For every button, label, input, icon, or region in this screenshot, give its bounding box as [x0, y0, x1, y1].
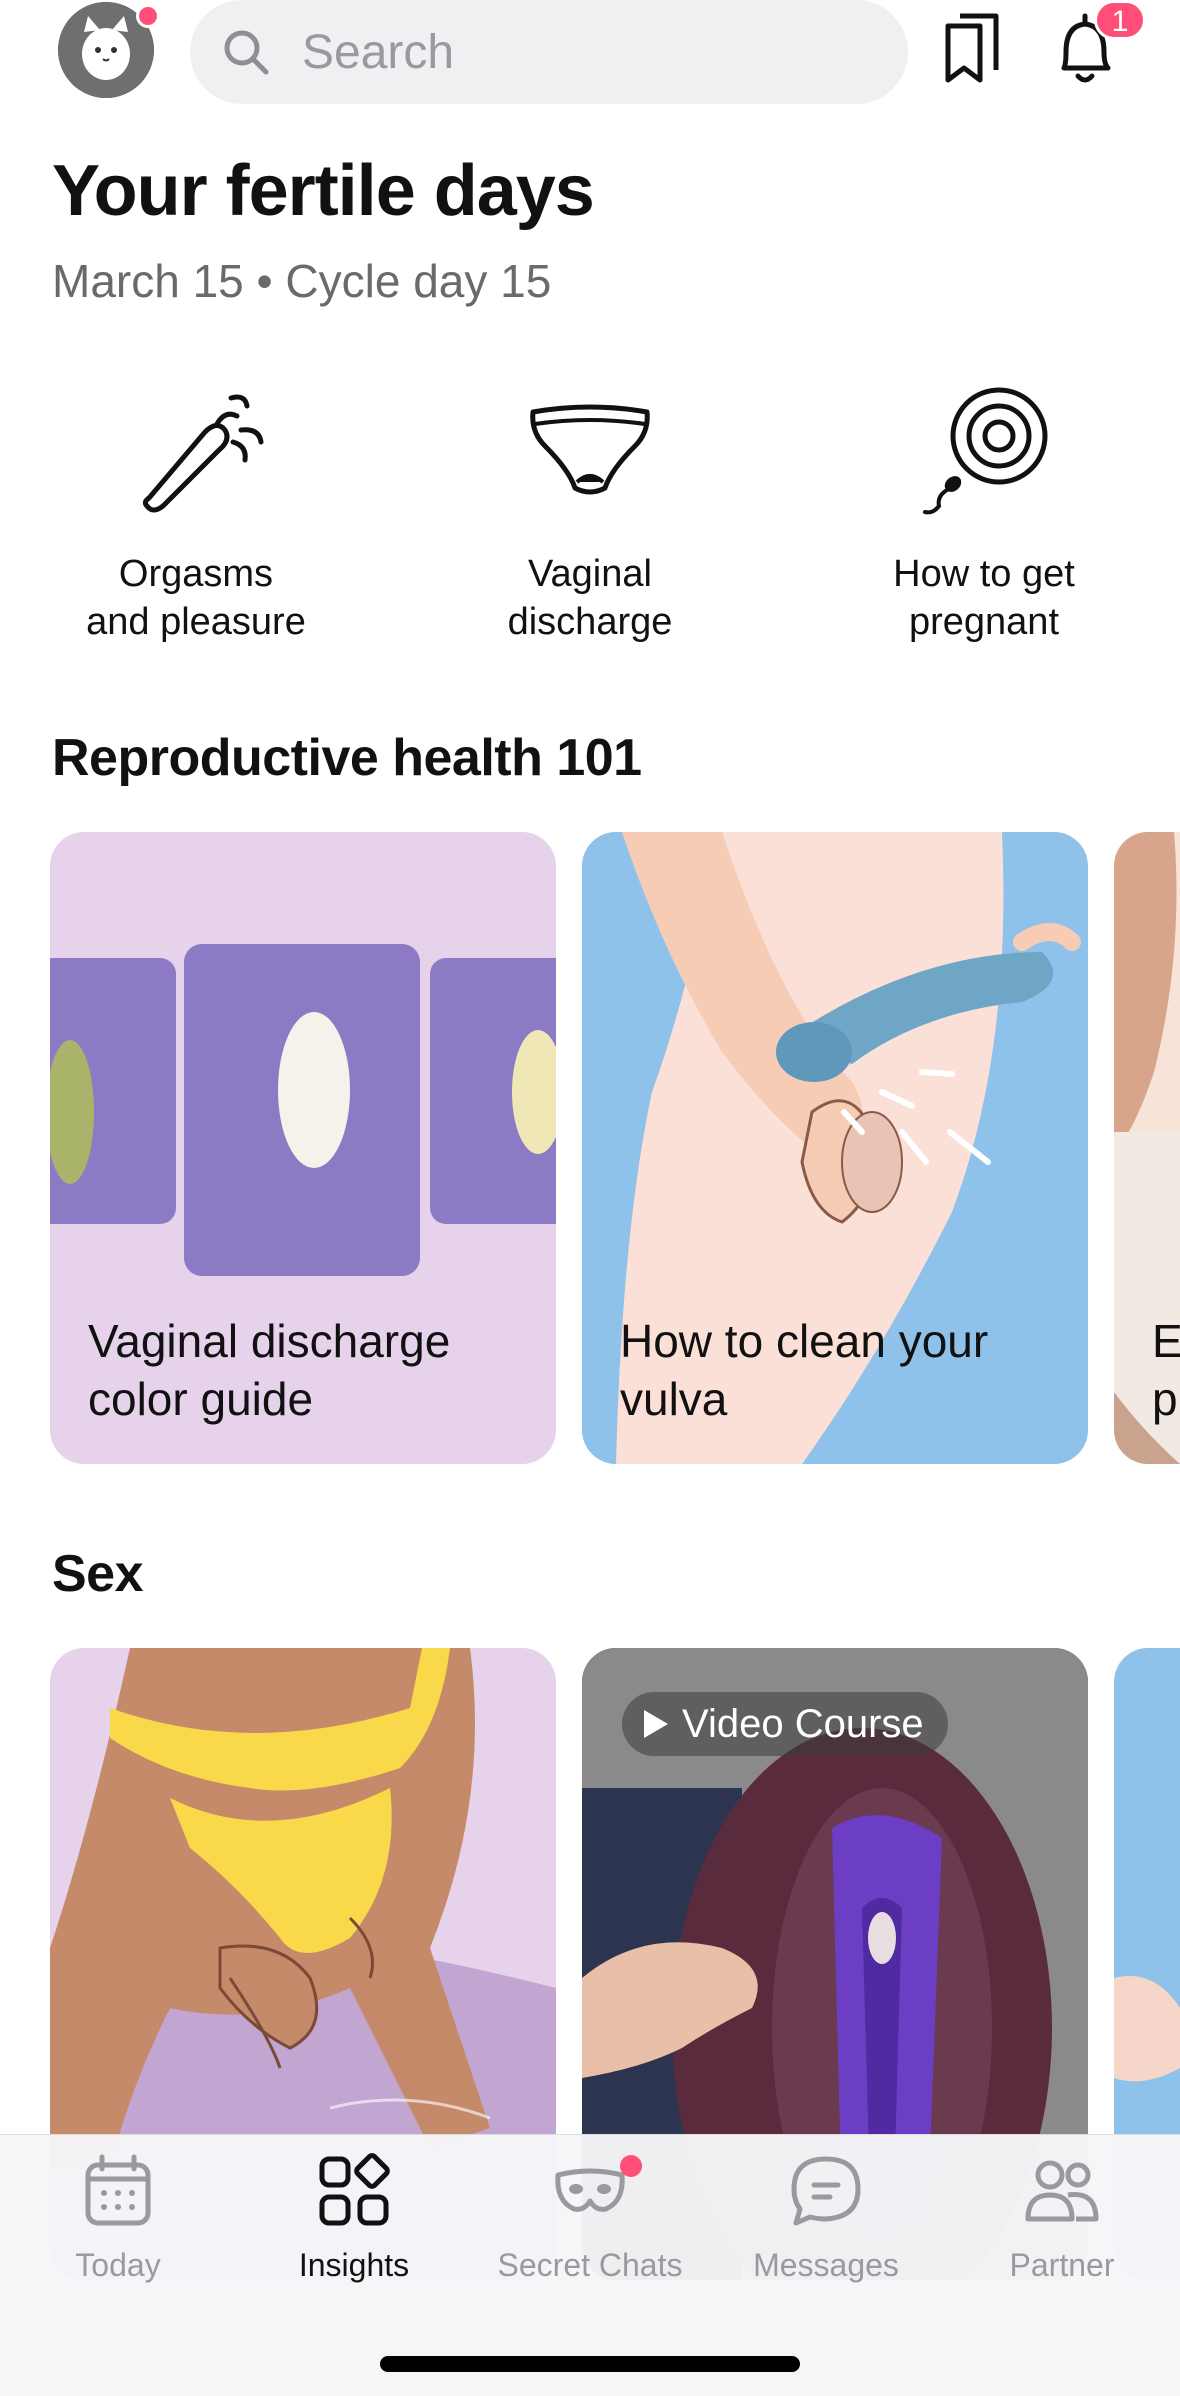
- tab-label: Secret Chats: [497, 2247, 683, 2283]
- tab-secret-chats[interactable]: Secret Chats: [472, 2153, 708, 2284]
- card-caption-line2: vulva: [620, 1373, 728, 1425]
- notification-badge: 1: [1094, 0, 1146, 40]
- chat-bubble-icon: [791, 2156, 861, 2226]
- cycle-day: Cycle day 15: [285, 255, 552, 307]
- separator: •: [256, 255, 273, 307]
- vibrator-icon: [142, 394, 264, 513]
- tab-label: Today: [75, 2247, 161, 2283]
- card-caption: How to clean your vulva: [620, 1312, 988, 1428]
- bookmarks-icon[interactable]: [940, 10, 1004, 86]
- video-course-label: Video Course: [682, 1701, 924, 1746]
- search-bar[interactable]: Search: [190, 0, 908, 104]
- topic-label-line2: and pleasure: [86, 601, 306, 643]
- tab-insights[interactable]: Insights: [236, 2153, 472, 2284]
- card-caption-line1: Vaginal discharge: [88, 1315, 451, 1367]
- card-clean-vulva[interactable]: How to clean your vulva: [582, 832, 1088, 1464]
- current-date: March 15: [52, 255, 244, 307]
- mask-icon: [555, 2168, 625, 2212]
- tab-today[interactable]: Today: [0, 2153, 236, 2284]
- underwear-icon: [530, 404, 650, 495]
- search-placeholder: Search: [302, 25, 455, 79]
- grid-icon: [319, 2153, 390, 2226]
- topic-shortcuts: Orgasms and pleasure Vaginal discharge H…: [0, 380, 1180, 660]
- card-caption-line1: E: [1152, 1315, 1180, 1367]
- home-indicator[interactable]: [380, 2356, 800, 2372]
- topic-get-pregnant[interactable]: How to get pregnant: [804, 380, 1164, 646]
- tab-partner[interactable]: Partner: [944, 2153, 1180, 2284]
- egg-sperm-icon: [923, 387, 1048, 515]
- topic-label-line2: discharge: [507, 601, 673, 643]
- topic-label-line2: pregnant: [908, 601, 1059, 643]
- card-caption-line2: color guide: [88, 1373, 314, 1425]
- section-title-sex: Sex: [52, 1545, 144, 1603]
- card-caption: Vaginal discharge color guide: [88, 1312, 450, 1428]
- play-icon: [644, 1710, 668, 1738]
- tab-label: Messages: [753, 2247, 899, 2283]
- card-caption-line1: How to clean your: [620, 1315, 989, 1367]
- topic-label-line1: Orgasms: [118, 553, 274, 595]
- section-title-reproductive: Reproductive health 101: [52, 729, 642, 787]
- card-caption: E p: [1152, 1312, 1180, 1428]
- top-bar: Search 1: [0, 0, 1180, 110]
- topic-label-line1: How to get: [893, 553, 1075, 595]
- search-icon: [224, 30, 269, 75]
- people-icon: [1025, 2160, 1099, 2222]
- topic-vaginal-discharge[interactable]: Vaginal discharge: [410, 380, 770, 646]
- cycle-subtitle: March 15 • Cycle day 15: [52, 254, 551, 308]
- tab-messages[interactable]: Messages: [708, 2153, 944, 2284]
- video-course-badge: Video Course: [622, 1692, 948, 1756]
- card-discharge-color-guide[interactable]: Vaginal discharge color guide: [50, 832, 556, 1464]
- card-caption-line2: p: [1152, 1373, 1178, 1425]
- tab-label: Insights: [298, 2247, 410, 2283]
- page-title: Your fertile days: [52, 151, 595, 231]
- calendar-icon: [85, 2154, 151, 2226]
- topic-label-line1: Vaginal: [528, 553, 652, 595]
- tab-label: Partner: [1009, 2247, 1115, 2283]
- profile-notification-dot: [136, 4, 160, 28]
- card-partial-third[interactable]: E p: [1114, 832, 1180, 1464]
- secret-chats-notification-dot: [620, 2155, 642, 2177]
- topic-orgasms-pleasure[interactable]: Orgasms and pleasure: [16, 380, 376, 646]
